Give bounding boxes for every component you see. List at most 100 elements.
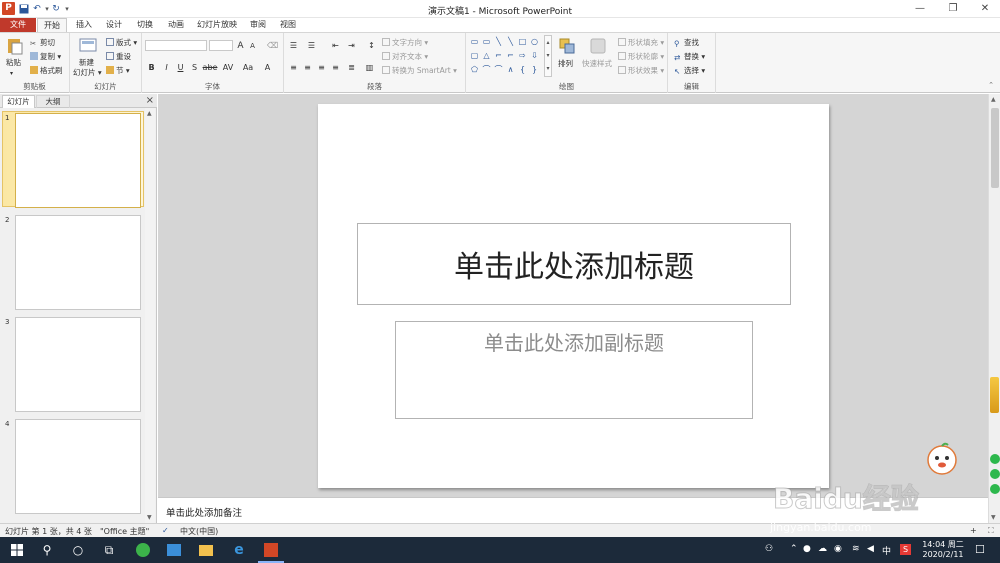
tab-file[interactable]: 文件 <box>0 18 36 32</box>
align-center-icon[interactable]: ≡ <box>302 63 313 72</box>
align-text-button[interactable]: 对齐文本 ▾ <box>382 52 428 62</box>
scroll-up-icon[interactable]: ▲ <box>147 110 152 117</box>
collapse-ribbon-icon[interactable]: ⌃ <box>988 81 994 89</box>
rectangle-shape-icon[interactable]: □ <box>518 37 527 46</box>
task-view-icon[interactable]: ⧉ <box>100 541 118 559</box>
clock[interactable]: 14:04 周二 2020/2/11 <box>918 540 968 560</box>
change-case-button[interactable]: Aa <box>241 63 255 72</box>
shapes-more-icon[interactable]: ▴ ▾ ▾ <box>544 35 552 77</box>
cloud-tray-icon[interactable]: ☁ <box>818 544 827 554</box>
shadow-button[interactable]: S <box>189 63 200 72</box>
windows-start-icon[interactable] <box>8 541 26 559</box>
slide-thumbnail-3[interactable] <box>15 317 141 412</box>
edge-icon[interactable]: e <box>230 541 248 559</box>
bold-button[interactable]: B <box>146 63 157 72</box>
powerpoint-taskbar-icon[interactable] <box>262 541 280 559</box>
shape-outline-button[interactable]: 形状轮廓 ▾ <box>618 52 664 62</box>
clear-formatting-icon[interactable]: ⌫ <box>267 41 278 50</box>
down-arrow-shape-icon[interactable]: ⇩ <box>530 51 539 60</box>
paste-button[interactable]: 粘贴 <box>6 58 21 68</box>
numbering-icon[interactable]: ☰ <box>306 41 317 50</box>
title-placeholder[interactable]: 单击此处添加标题 <box>357 223 791 305</box>
new-slide-button[interactable]: 新建 <box>79 58 94 68</box>
collapse-icon[interactable] <box>990 484 1000 494</box>
font-color-button[interactable]: A <box>262 63 273 72</box>
ime-indicator[interactable]: 中 <box>882 544 891 557</box>
arrange-icon[interactable] <box>558 37 576 55</box>
right-arrow-shape-icon[interactable]: ⇨ <box>518 51 527 60</box>
scroll-down-icon[interactable]: ▼ <box>147 514 152 521</box>
textbox-shape-icon[interactable]: ▭ <box>470 37 479 46</box>
tab-review[interactable]: 审阅 <box>244 18 272 32</box>
bullets-icon[interactable]: ☰ <box>288 41 299 50</box>
tab-slides[interactable]: 幻灯片 <box>2 95 35 108</box>
fit-window-icon[interactable]: ⛶ <box>988 526 994 536</box>
spell-check-icon[interactable]: ✓ <box>162 526 169 535</box>
columns-icon[interactable]: ▥ <box>364 63 375 72</box>
scroll-down-icon[interactable]: ▼ <box>991 514 996 521</box>
tab-home[interactable]: 开始 <box>37 18 67 32</box>
language-indicator[interactable]: 中文(中国) <box>180 526 218 537</box>
slide-canvas[interactable]: 单击此处添加标题 单击此处添加副标题 <box>318 104 829 488</box>
quick-styles-button[interactable]: 快速样式 <box>582 59 612 69</box>
file-explorer-icon[interactable] <box>197 541 215 559</box>
wechat-icon[interactable] <box>990 469 1000 479</box>
italic-button[interactable]: I <box>161 63 172 72</box>
smartart-button[interactable]: 转换为 SmartArt ▾ <box>382 66 457 76</box>
scroll-up-icon[interactable]: ▲ <box>991 96 996 103</box>
close-panel-icon[interactable]: × <box>146 95 154 106</box>
brace-right-shape-icon[interactable]: } <box>530 65 539 74</box>
font-name-dropdown[interactable] <box>145 40 207 51</box>
pentagon-shape-icon[interactable]: ⬠ <box>470 65 479 74</box>
wave-shape-icon[interactable]: ∧ <box>506 65 515 74</box>
browser-360-icon[interactable] <box>134 541 152 559</box>
minimize-button[interactable]: — <box>910 2 930 16</box>
people-icon[interactable]: ⚇ <box>765 544 773 554</box>
new-slide-dropdown[interactable]: 幻灯片 ▾ <box>73 68 102 78</box>
grow-font-button[interactable]: A <box>235 41 246 51</box>
select-button[interactable]: ↖ 选择 ▾ <box>674 66 705 76</box>
triangle-shape-icon[interactable]: △ <box>482 51 491 60</box>
editor-scrollbar[interactable]: ▲ ▼ <box>988 94 1000 523</box>
font-size-dropdown[interactable] <box>209 40 233 51</box>
justify-icon[interactable]: ≡ <box>330 63 341 72</box>
panel-scrollbar[interactable]: ▲ ▼ <box>145 108 155 523</box>
line-shape-icon[interactable]: ╲ <box>494 37 503 46</box>
search-icon[interactable]: ⚲ <box>38 541 56 559</box>
oval-shape-icon[interactable]: ○ <box>530 37 539 46</box>
close-window-button[interactable]: ✕ <box>975 2 995 16</box>
restore-button[interactable]: ❐ <box>943 2 963 16</box>
zoom-in-icon[interactable]: + <box>970 526 977 535</box>
strikethrough-button[interactable]: abe <box>202 63 218 72</box>
align-left-icon[interactable]: ≡ <box>288 63 299 72</box>
new-slide-icon[interactable] <box>79 37 97 55</box>
find-button[interactable]: ⚲ 查找 <box>674 38 699 48</box>
slide-thumbnail-4[interactable] <box>15 419 141 514</box>
arrow-shape-icon[interactable]: ╲ <box>506 37 515 46</box>
layout-button[interactable]: 版式 ▾ <box>106 38 137 48</box>
theme-name[interactable]: "Office 主题" <box>100 526 149 537</box>
tab-animations[interactable]: 动画 <box>162 18 190 32</box>
curve-shape-icon[interactable]: ⌒ <box>494 65 503 74</box>
shape-effects-button[interactable]: 形状效果 ▾ <box>618 66 664 76</box>
notes-pane[interactable]: 单击此处添加备注 <box>158 497 988 523</box>
reset-button[interactable]: 重设 <box>106 52 131 62</box>
tab-insert[interactable]: 插入 <box>70 18 98 32</box>
slide-thumbnail-2[interactable] <box>15 215 141 310</box>
textbox-vertical-shape-icon[interactable]: ▭ <box>482 37 491 46</box>
text-direction-button[interactable]: 文字方向 ▾ <box>382 38 428 48</box>
tab-view[interactable]: 视图 <box>274 18 302 32</box>
section-button[interactable]: 节 ▾ <box>106 66 130 76</box>
volume-icon[interactable]: ◀ <box>867 544 874 554</box>
wechat-tray-icon[interactable]: ● <box>803 544 811 554</box>
elbow-shape-icon[interactable]: ⌐ <box>494 51 503 60</box>
arrange-button[interactable]: 排列 <box>558 59 573 69</box>
notes-placeholder[interactable]: 单击此处添加备注 <box>166 505 242 519</box>
decrease-indent-icon[interactable]: ⇤ <box>330 41 341 50</box>
shape-fill-button[interactable]: 形状填充 ▾ <box>618 38 664 48</box>
brace-left-shape-icon[interactable]: { <box>518 65 527 74</box>
subtitle-placeholder[interactable]: 单击此处添加副标题 <box>395 321 753 419</box>
replace-button[interactable]: ⇄ 替换 ▾ <box>674 52 705 62</box>
quick-styles-icon[interactable] <box>589 37 607 55</box>
share-icon[interactable] <box>990 454 1000 464</box>
